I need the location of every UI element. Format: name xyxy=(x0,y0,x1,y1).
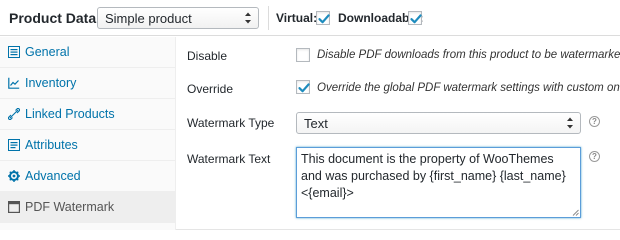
checkmark-icon xyxy=(410,14,422,24)
help-icon[interactable]: ? xyxy=(589,151,600,162)
product-data-header: Product Data — Simple product Virtual: D… xyxy=(0,0,620,36)
watermark-text-input[interactable]: This document is the property of WooThem… xyxy=(296,147,581,218)
virtual-checkbox[interactable] xyxy=(316,11,330,25)
tab-label: Attributes xyxy=(25,138,78,152)
tab-label: Inventory xyxy=(25,76,77,90)
tab-label: Linked Products xyxy=(25,107,115,121)
inventory-icon xyxy=(8,77,20,89)
tab-pdf-watermark[interactable]: PDF Watermark xyxy=(0,192,176,223)
product-type-value: Simple product xyxy=(105,11,192,26)
watermark-text-value: This document is the property of WooThem… xyxy=(301,152,566,200)
disable-checkbox[interactable] xyxy=(296,48,310,62)
tab-general[interactable]: General xyxy=(0,37,176,68)
override-label: Override xyxy=(187,82,234,96)
resize-handle-icon[interactable] xyxy=(572,209,579,216)
disable-label: Disable xyxy=(187,49,228,63)
downloadable-checkbox[interactable] xyxy=(408,11,422,25)
watermark-type-value: Text xyxy=(304,116,328,131)
tab-attributes[interactable]: Attributes xyxy=(0,130,176,161)
override-description: Override the global PDF watermark settin… xyxy=(317,82,620,94)
header-separator xyxy=(268,6,269,30)
override-checkbox[interactable] xyxy=(296,80,310,94)
checkmark-icon xyxy=(298,83,310,93)
watermark-text-label: Watermark Text xyxy=(187,152,271,166)
link-icon xyxy=(8,108,20,120)
product-type-select[interactable]: Simple product xyxy=(97,7,259,29)
pdf-icon xyxy=(8,201,20,213)
tab-label: General xyxy=(25,45,70,59)
attributes-icon xyxy=(8,139,20,151)
tab-inventory[interactable]: Inventory xyxy=(0,68,176,99)
tab-label: Advanced xyxy=(25,169,81,183)
watermark-type-select[interactable]: Text xyxy=(296,112,581,134)
select-arrows-icon xyxy=(245,12,251,24)
general-icon xyxy=(8,46,20,58)
tab-linked-products[interactable]: Linked Products xyxy=(0,99,176,130)
help-icon[interactable]: ? xyxy=(589,116,600,127)
tab-label: PDF Watermark xyxy=(25,200,115,214)
product-data-panel: Product Data — Simple product Virtual: D… xyxy=(0,0,620,230)
product-data-tabs: General Inventory Linked Products Attrib… xyxy=(0,37,176,230)
disable-description: Disable PDF downloads from this product … xyxy=(317,49,620,61)
checkmark-icon xyxy=(318,14,330,24)
virtual-label: Virtual: xyxy=(276,11,318,25)
watermark-type-label: Watermark Type xyxy=(187,116,275,130)
tab-advanced[interactable]: Advanced xyxy=(0,161,176,192)
gear-icon xyxy=(8,170,20,182)
select-arrows-icon xyxy=(567,117,573,129)
